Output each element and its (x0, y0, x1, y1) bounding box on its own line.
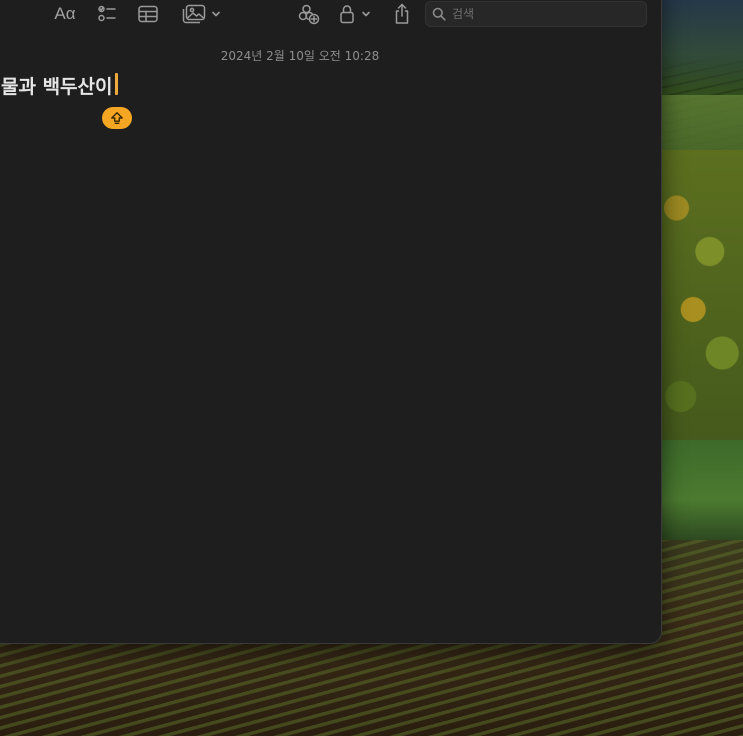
checklist-icon (98, 5, 116, 22)
share-button[interactable] (391, 1, 413, 27)
table-button[interactable] (135, 1, 161, 27)
caps-lock-indicator (102, 107, 132, 129)
photo-media-icon (182, 4, 206, 24)
format-button[interactable]: Aα (51, 1, 79, 27)
checklist-button[interactable] (94, 1, 120, 27)
wallpaper-trees (660, 150, 743, 440)
note-title[interactable]: 물과 백두산이 (1, 72, 113, 99)
media-button[interactable] (181, 1, 223, 27)
wallpaper-sky (660, 0, 743, 90)
note-date: 2024년 2월 10일 오전 10:28 (220, 49, 380, 63)
notes-toolbar: Aα (0, 0, 661, 33)
collaborate-add-icon (298, 4, 320, 25)
wallpaper-meadow (660, 440, 743, 540)
notes-window: Aα 검색 2024년 2월 10일 오전 10:28 물과 백두산이 (0, 0, 662, 644)
caps-lock-icon (111, 112, 123, 125)
text-cursor (115, 73, 118, 95)
magnifier-icon (432, 7, 446, 21)
collaborate-button[interactable] (295, 1, 323, 27)
search-input[interactable] (450, 6, 634, 22)
text-format-icon: Aα (54, 4, 76, 23)
search-field[interactable] (425, 1, 647, 27)
lock-icon (339, 5, 354, 24)
lock-button[interactable] (337, 1, 373, 27)
chevron-down-icon (212, 11, 220, 17)
table-icon (138, 5, 158, 23)
chevron-down-icon (361, 11, 370, 17)
note-editor[interactable]: 물과 백두산이 (0, 69, 649, 629)
wallpaper-hill (660, 95, 743, 155)
share-icon (395, 3, 409, 24)
